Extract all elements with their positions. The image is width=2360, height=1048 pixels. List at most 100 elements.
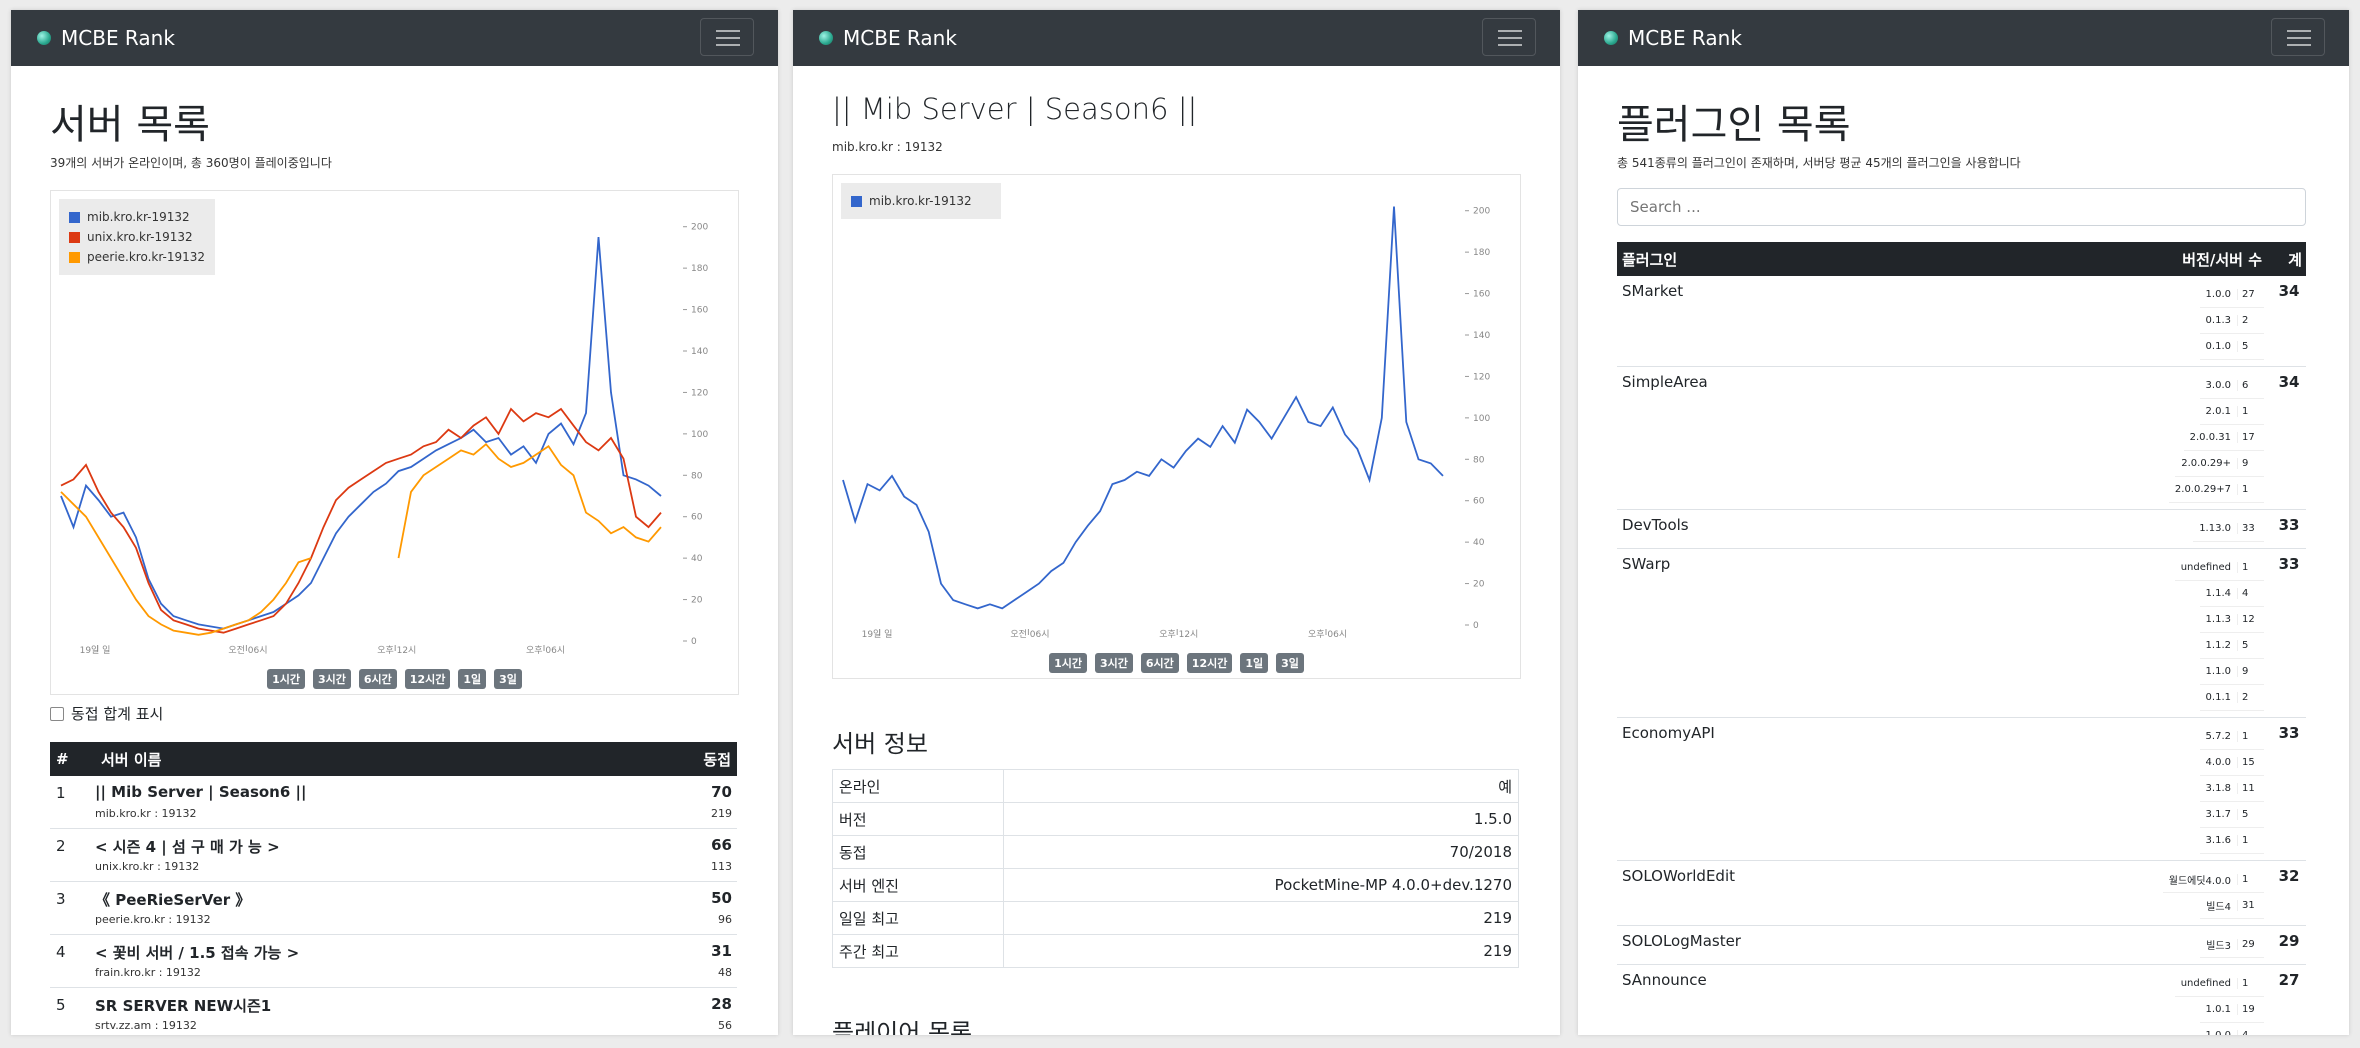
plugin-name[interactable]: SimpleArea [1617,373,2169,503]
plugin-name[interactable]: SWarp [1617,555,2175,711]
menu-toggle-button[interactable] [2271,18,2325,56]
col-players: 동접 [703,750,731,769]
plugin-name[interactable]: SOLOWorldEdit [1617,867,2163,919]
row-max-players: 113 [711,860,732,873]
range-button[interactable]: 1일 [1240,653,1269,673]
range-button[interactable]: 6시간 [358,669,397,689]
col-version: 버전/서버 수 [2182,250,2262,269]
row-server-name[interactable]: || Mib Server | Season6 || [95,783,306,801]
sum-checkbox[interactable] [50,706,64,721]
brand[interactable]: MCBE Rank [819,26,957,50]
legend-item[interactable]: unix.kro.kr-19132 [69,227,205,247]
table-row[interactable]: 2 < 시즌 4 | 섬 구 매 가 능 > unix.kro.kr : 19132… [50,829,737,882]
brand-text: MCBE Rank [843,26,957,50]
brand[interactable]: MCBE Rank [1604,26,1742,50]
y-tick-label: 80 [1473,455,1485,465]
brand[interactable]: MCBE Rank [37,26,175,50]
version-label: 3.1.7 [2205,809,2231,820]
version-row: 1.0.04 [2200,1023,2264,1035]
info-value: 70/2018 [1003,835,1519,869]
range-button[interactable]: 1일 [458,669,487,689]
row-server-name[interactable]: 《 PeeRieSerVer 》 [95,889,250,910]
info-label: 주간 최고 [832,934,1004,968]
plugin-row[interactable]: SMarket 1.0.0 27 0.1.3 2 0.1.0 5 34 [1617,276,2306,367]
sum-toggle[interactable]: 동접 합계 표시 [50,703,163,724]
range-button[interactable]: 6시간 [1140,653,1179,673]
x-tick-label: 오전 06시 [1010,629,1049,640]
navbar: MCBE Rank [11,10,778,66]
version-row: 월드에딧4.0.0 1 [2162,867,2264,893]
version-row: 3.1.6 1 [2199,828,2264,854]
chart-legend: mib.kro.kr-19132 [841,183,1001,219]
version-count: 1 [2237,835,2264,846]
plugin-name[interactable]: SMarket [1617,282,2200,360]
plugin-name[interactable]: DevTools [1617,516,2193,542]
range-buttons: 1시간 3시간 6시간 12시간 1일 3일 [51,669,738,689]
version-row: 1.0.1 19 [2199,997,2264,1023]
range-button[interactable]: 3시간 [312,669,351,689]
plugin-row[interactable]: DevTools 1.13.0 33 33 [1617,510,2306,549]
version-row: 1.1.3 12 [2199,607,2264,633]
plugin-total: 34 [2278,282,2300,300]
page-subtitle: 39개의 서버가 온라인이며, 총 360명이 플레이중입니다 [50,156,332,170]
version-count: 4 [2237,588,2264,599]
y-tick-label: 20 [691,596,703,606]
info-row: 버전 1.5.0 [832,802,1519,836]
row-server-name[interactable]: < 꽃비 서버 / 1.5 접속 가능 > [95,942,299,963]
plugin-row[interactable]: SimpleArea 3.0.0 6 2.0.1 1 2.0.0.31 17 2.0.0.29… [1617,367,2306,510]
row-server-address: srtv.zz.am : 19132 [95,1019,197,1032]
version-count: 12 [2237,614,2264,625]
plugin-row[interactable]: SAnnounceundefined11.0.1191.0.040.0.1327 [1617,965,2306,1035]
plugin-row[interactable]: SOLOLogMaster 빌드3 29 29 [1617,926,2306,965]
version-count: 6 [2237,380,2264,391]
table-row[interactable]: 5 SR SERVER NEW시즌1 srtv.zz.am : 19132 28 56 [50,988,737,1035]
version-label: 2.0.1 [2205,406,2231,417]
plugin-total: 29 [2278,932,2300,950]
plugin-version-table: 빌드3 29 [2200,932,2264,958]
version-count: 1 [2237,562,2264,573]
plugin-row[interactable]: EconomyAPI 5.7.2 1 4.0.0 15 3.1.8 11 3.1.7 5 3.1.… [1617,718,2306,861]
table-row[interactable]: 4 < 꽃비 서버 / 1.5 접속 가능 > frain.kro.kr : 191… [50,935,737,988]
range-button[interactable]: 3일 [1276,653,1304,673]
col-total: 계 [2288,250,2302,269]
table-row[interactable]: 3 《 PeeRieSerVer 》 peerie.kro.kr : 19132 50… [50,882,737,935]
range-button[interactable]: 12시간 [404,669,451,689]
row-server-name[interactable]: < 시즌 4 | 섬 구 매 가 능 > [95,836,280,857]
x-tick-label: 오전 06시 [228,645,267,656]
y-tick-label: 100 [691,430,708,440]
plugin-search-input[interactable] [1617,188,2306,226]
range-button[interactable]: 3일 [494,669,522,689]
version-row: undefined 1 [2174,971,2264,997]
row-rank: 5 [56,996,66,1014]
y-tick-label: 200 [691,223,708,233]
legend-item[interactable]: peerie.kro.kr-19132 [69,247,205,267]
menu-toggle-button[interactable] [1482,18,1536,56]
version-count: 5 [2237,341,2264,352]
legend-item[interactable]: mib.kro.kr-19132 [851,191,991,211]
plugin-name[interactable]: SAnnounce [1617,971,2175,1035]
version-label: 3.1.8 [2205,783,2231,794]
range-button[interactable]: 1시간 [267,669,305,689]
range-button[interactable]: 3시간 [1094,653,1133,673]
plugin-name[interactable]: EconomyAPI [1617,724,2200,854]
y-tick-label: 0 [691,637,697,647]
row-server-name[interactable]: SR SERVER NEW시즌1 [95,995,271,1016]
plugin-list-panel: MCBE Rank 플러그인 목록 총 541종류의 플러그인이 존재하며, 서… [1578,10,2349,1035]
legend-item[interactable]: mib.kro.kr-19132 [69,207,205,227]
plugin-name[interactable]: SOLOLogMaster [1617,932,2200,958]
table-row[interactable]: 1 || Mib Server | Season6 || mib.kro.kr : … [50,776,737,829]
row-server-address: peerie.kro.kr : 19132 [95,913,211,926]
row-rank: 2 [56,837,66,855]
plugin-row[interactable]: SOLOWorldEdit 월드에딧4.0.0 1 빌드4 31 32 [1617,861,2306,926]
version-row: 5.7.2 1 [2199,724,2264,750]
brand-text: MCBE Rank [61,26,175,50]
range-button[interactable]: 1시간 [1049,653,1087,673]
version-row: 1.1.0 9 [2199,659,2264,685]
plugin-total: 33 [2278,724,2300,742]
plugin-version-table: 1.13.0 33 [2193,516,2264,542]
hamburger-icon [1498,44,1522,46]
plugin-row[interactable]: SWarp undefined 1 1.1.4 4 1.1.3 12 1.1.2 5 1.1.0 9… [1617,549,2306,718]
menu-toggle-button[interactable] [700,18,754,56]
y-tick-label: 160 [1473,290,1490,300]
range-button[interactable]: 12시간 [1186,653,1233,673]
